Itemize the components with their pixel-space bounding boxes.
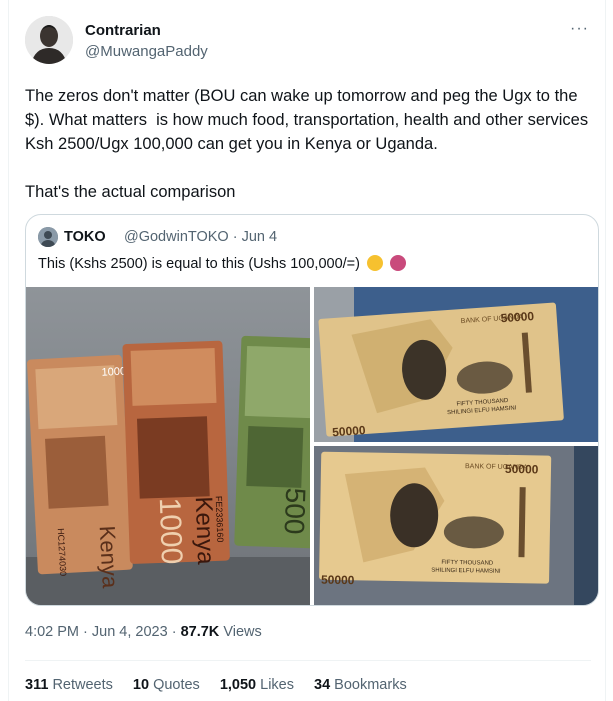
quoted-text-body: This (Kshs 2500) is equal to this (Ushs … [38, 256, 360, 272]
views-count: 87.7K [180, 624, 220, 640]
note-country: Kenya [95, 525, 123, 589]
note-value-side: 50000 [321, 573, 355, 588]
engagement-stats: 311 Retweets 10 Quotes 1,050 Likes 34 Bo… [25, 677, 407, 693]
note-value: 500 [279, 487, 312, 535]
bookmarks-stat[interactable]: 34 Bookmarks [314, 677, 407, 693]
more-horizontal-icon[interactable]: ··· [570, 20, 589, 38]
face-with-hand-over-mouth-icon [367, 255, 384, 271]
bookmarks-label: Bookmarks [334, 677, 407, 693]
divider [25, 660, 591, 661]
note-value: 1000 [101, 366, 126, 379]
tweet-date[interactable]: Jun 4, 2023 [92, 624, 168, 640]
note-value-top: 50000 [500, 309, 535, 325]
meta-separator: · [171, 624, 181, 640]
meta-separator: · [83, 624, 92, 640]
tweet-card: Contrarian @MuwangaPaddy ··· The zeros d… [8, 0, 606, 701]
likes-stat[interactable]: 1,050 Likes [220, 677, 294, 693]
views-label: Views [223, 624, 262, 640]
quotes-stat[interactable]: 10 Quotes [133, 677, 200, 693]
kenya-notes-image[interactable]: Kenya HC1274030 1000 Kenya 1000 FE233616… [26, 287, 312, 605]
retweets-label: Retweets [52, 677, 113, 693]
tweet-text-paragraph: That's the actual comparison [25, 183, 236, 201]
quotes-count: 10 [132, 677, 150, 693]
uganda-note-image-bottom[interactable]: BANK OF UGANDA 50000 50000 FIFTY THOUSAN… [314, 446, 598, 605]
note-value-top: 50000 [505, 462, 539, 477]
meta-separator: · [232, 229, 242, 245]
quoted-handle[interactable]: @GodwinTOKO [124, 229, 229, 245]
quoted-text: This (Kshs 2500) is equal to this (Ushs … [38, 255, 407, 272]
likes-count: 1,050 [219, 677, 257, 693]
tweet-time[interactable]: 4:02 PM [25, 624, 79, 640]
note-value-words-local: SHILINGI ELFU HAMSINI [431, 568, 501, 575]
tweet-text: The zeros don't matter (BOU can wake up … [25, 84, 595, 204]
quoted-tweet[interactable]: TOKO @GodwinTOKO · Jun 4 This (Kshs 2500… [25, 214, 599, 606]
woman-facepalming-icon [390, 255, 407, 271]
quotes-label: Quotes [153, 677, 200, 693]
likes-label: Likes [260, 677, 294, 693]
note-serial: FE2336160 [214, 496, 226, 543]
author-handle[interactable]: @MuwangaPaddy [85, 43, 208, 60]
author-display-name[interactable]: Contrarian [85, 22, 161, 39]
avatar[interactable] [25, 16, 73, 64]
note-value: 1000 [153, 497, 188, 565]
quoted-avatar[interactable] [38, 227, 58, 247]
bookmarks-count: 34 [314, 677, 331, 693]
quoted-date[interactable]: Jun 4 [242, 229, 277, 245]
note-value-side: 50000 [332, 423, 367, 439]
retweets-count: 311 [25, 677, 49, 693]
note-value-words: FIFTY THOUSAND [441, 560, 494, 567]
tweet-text-paragraph: The zeros don't matter (BOU can wake up … [25, 87, 593, 153]
tweet-timestamp: 4:02 PM · Jun 4, 2023 · 87.7K Views [25, 624, 262, 640]
retweets-stat[interactable]: 311 Retweets [25, 677, 113, 693]
uganda-note-image-top[interactable]: BANK OF UGANDA 50000 50000 FIFTY THOUSAN… [314, 287, 598, 444]
quoted-meta: @GodwinTOKO · Jun 4 [124, 229, 277, 245]
quoted-display-name[interactable]: TOKO [64, 229, 106, 245]
